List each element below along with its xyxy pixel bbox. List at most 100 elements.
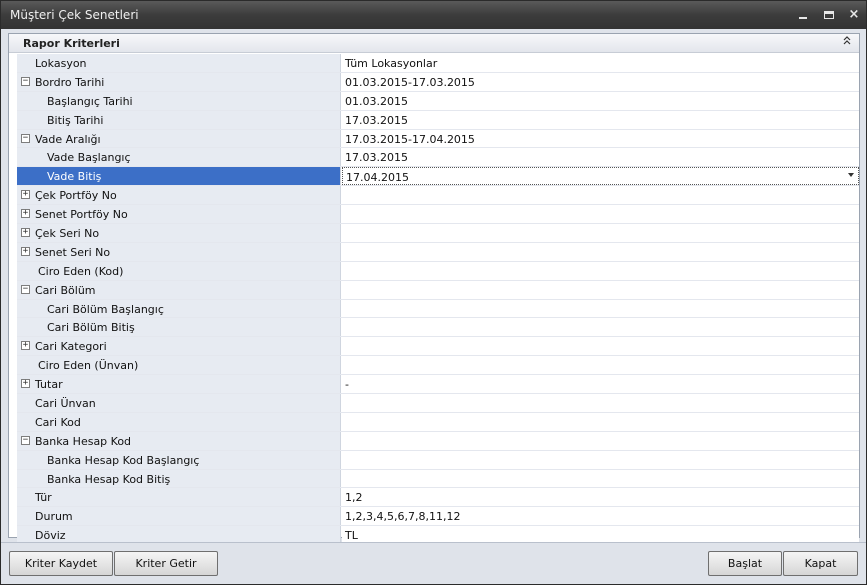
- grid-row-name: Başlangıç Tarihi: [47, 94, 133, 108]
- grid-row-label-cell[interactable]: − Cari Bölüm: [17, 280, 341, 299]
- grid-row-value-cell[interactable]: [342, 280, 859, 299]
- grid-row-value-cell[interactable]: [342, 450, 859, 469]
- grid-row-value-cell[interactable]: [342, 337, 859, 356]
- grid-row-value-cell[interactable]: [342, 356, 859, 375]
- grid-row-label-cell[interactable]: Durum: [17, 507, 341, 526]
- property-grid: Lokasyon Tüm Lokasyonlar − Bordro Tarihi 01.…: [17, 54, 859, 546]
- grid-row-name: Cari Kod: [35, 415, 81, 429]
- grid-row-value-cell[interactable]: [342, 431, 859, 450]
- grid-row-name: Bitiş Tarihi: [47, 113, 104, 127]
- grid-row-value-cell[interactable]: 1,2,3,4,5,6,7,8,11,12: [342, 507, 859, 526]
- grid-row-value-cell[interactable]: -: [342, 375, 859, 394]
- grid-row-label-cell[interactable]: + Cari Kategori: [17, 337, 341, 356]
- grid-row-value-cell[interactable]: [342, 469, 859, 488]
- grid-row[interactable]: Banka Hesap Kod Bitiş: [17, 469, 859, 489]
- grid-row[interactable]: Vade Bitiş 17.04.2015: [17, 167, 859, 187]
- grid-row-label-cell[interactable]: Cari Kod: [17, 412, 341, 431]
- grid-row-label-cell[interactable]: Banka Hesap Kod Bitiş: [17, 469, 341, 488]
- grid-row-label-cell[interactable]: Bitiş Tarihi: [17, 110, 341, 129]
- grid-row-value-cell[interactable]: 17.03.2015: [342, 110, 859, 129]
- grid-row-label-cell[interactable]: Başlangıç Tarihi: [17, 91, 341, 110]
- dropdown-arrow-icon[interactable]: [848, 173, 854, 178]
- grid-row[interactable]: Cari Bölüm Bitiş: [17, 318, 859, 338]
- grid-row-label-cell[interactable]: Ciro Eden (Ünvan): [17, 356, 341, 375]
- grid-row-value-cell[interactable]: Tüm Lokasyonlar: [342, 54, 859, 72]
- expand-icon[interactable]: +: [21, 246, 30, 256]
- grid-row-value-cell[interactable]: 17.03.2015-17.04.2015: [342, 129, 859, 148]
- grid-row[interactable]: Başlangıç Tarihi 01.03.2015: [17, 91, 859, 111]
- grid-row-label-cell[interactable]: + Çek Seri No: [17, 224, 341, 242]
- grid-row-value-cell[interactable]: [342, 242, 859, 261]
- grid-row-label-cell[interactable]: − Banka Hesap Kod: [17, 431, 341, 450]
- close-button[interactable]: Kapat: [783, 551, 858, 576]
- grid-row-value-cell[interactable]: [342, 205, 859, 224]
- collapse-row-icon[interactable]: −: [21, 284, 30, 294]
- grid-row[interactable]: Banka Hesap Kod Başlangıç: [17, 450, 859, 470]
- expand-icon[interactable]: +: [21, 379, 30, 389]
- grid-row[interactable]: + Senet Portföy No: [17, 205, 859, 225]
- grid-row[interactable]: Ciro Eden (Kod): [17, 261, 859, 281]
- grid-row-value-cell[interactable]: [342, 318, 859, 337]
- collapse-row-icon[interactable]: −: [21, 133, 30, 143]
- save-criteria-button[interactable]: Kriter Kaydet: [9, 551, 113, 576]
- grid-row-label-cell[interactable]: − Bordro Tarihi: [17, 72, 341, 91]
- grid-row-label-cell[interactable]: Tür: [17, 488, 341, 507]
- grid-row-label-cell[interactable]: Cari Bölüm Bitiş: [17, 318, 341, 337]
- grid-row[interactable]: + Tutar -: [17, 375, 859, 395]
- grid-row[interactable]: + Senet Seri No: [17, 242, 859, 262]
- grid-row-label-cell[interactable]: Banka Hesap Kod Başlangıç: [17, 450, 341, 469]
- grid-row[interactable]: Vade Başlangıç 17.03.2015: [17, 148, 859, 168]
- grid-row[interactable]: − Bordro Tarihi 01.03.2015-17.03.2015: [17, 72, 859, 92]
- grid-row[interactable]: − Cari Bölüm: [17, 280, 859, 300]
- expand-icon[interactable]: +: [21, 190, 30, 200]
- panel-header[interactable]: Rapor Kriterleri: [9, 34, 859, 53]
- grid-row[interactable]: + Çek Seri No: [17, 224, 859, 243]
- grid-row-label-cell[interactable]: Vade Bitiş: [17, 167, 341, 186]
- maximize-icon[interactable]: [821, 7, 837, 23]
- grid-row-value-cell[interactable]: [342, 412, 859, 431]
- grid-row[interactable]: Cari Kod: [17, 412, 859, 432]
- grid-row[interactable]: Ciro Eden (Ünvan): [17, 356, 859, 376]
- expand-icon[interactable]: +: [21, 209, 30, 219]
- grid-row[interactable]: Tür 1,2: [17, 488, 859, 508]
- grid-row-label-cell[interactable]: Lokasyon: [17, 54, 341, 72]
- grid-row-value-cell[interactable]: [342, 261, 859, 280]
- grid-row[interactable]: Durum 1,2,3,4,5,6,7,8,11,12: [17, 507, 859, 527]
- grid-row-label-cell[interactable]: + Senet Seri No: [17, 242, 341, 261]
- grid-row-label-cell[interactable]: Vade Başlangıç: [17, 148, 341, 167]
- grid-row-value-cell[interactable]: 01.03.2015: [342, 91, 859, 110]
- grid-row[interactable]: Cari Ünvan: [17, 394, 859, 413]
- collapse-row-icon[interactable]: −: [21, 76, 30, 86]
- grid-row[interactable]: + Cari Kategori: [17, 337, 859, 357]
- grid-row-value-cell[interactable]: 1,2: [342, 488, 859, 507]
- grid-row[interactable]: − Vade Aralığı 17.03.2015-17.04.2015: [17, 129, 859, 149]
- load-criteria-button[interactable]: Kriter Getir: [114, 551, 218, 576]
- grid-row-value-cell[interactable]: [342, 394, 859, 412]
- collapse-row-icon[interactable]: −: [21, 435, 30, 445]
- grid-row-label-cell[interactable]: Ciro Eden (Kod): [17, 261, 341, 280]
- expand-icon[interactable]: +: [21, 228, 30, 238]
- grid-row[interactable]: Lokasyon Tüm Lokasyonlar: [17, 54, 859, 73]
- grid-row-value: -: [345, 378, 349, 392]
- grid-row-value-cell[interactable]: [342, 299, 859, 318]
- minimize-icon[interactable]: [795, 7, 811, 23]
- grid-row[interactable]: − Banka Hesap Kod: [17, 431, 859, 451]
- grid-row-value-cell[interactable]: 17.03.2015: [342, 148, 859, 167]
- grid-row[interactable]: Bitiş Tarihi 17.03.2015: [17, 110, 859, 130]
- expand-icon[interactable]: +: [21, 341, 30, 351]
- collapse-icon[interactable]: [840, 35, 854, 51]
- start-button[interactable]: Başlat: [708, 551, 782, 576]
- grid-row-label-cell[interactable]: + Tutar: [17, 375, 341, 394]
- grid-row-value-cell[interactable]: 01.03.2015-17.03.2015: [342, 72, 859, 91]
- grid-row[interactable]: Cari Bölüm Başlangıç: [17, 299, 859, 319]
- grid-row-value-cell[interactable]: [342, 186, 859, 205]
- grid-row-label-cell[interactable]: Cari Ünvan: [17, 394, 341, 412]
- close-window-icon[interactable]: ×: [846, 7, 862, 23]
- grid-row-value-cell[interactable]: [342, 224, 859, 242]
- grid-row-label-cell[interactable]: − Vade Aralığı: [17, 129, 341, 148]
- grid-row-label-cell[interactable]: Cari Bölüm Başlangıç: [17, 299, 341, 318]
- grid-row-label-cell[interactable]: + Senet Portföy No: [17, 205, 341, 224]
- grid-row[interactable]: + Çek Portföy No: [17, 186, 859, 206]
- grid-row-value-cell[interactable]: 17.04.2015: [342, 167, 859, 186]
- grid-row-label-cell[interactable]: + Çek Portföy No: [17, 186, 341, 205]
